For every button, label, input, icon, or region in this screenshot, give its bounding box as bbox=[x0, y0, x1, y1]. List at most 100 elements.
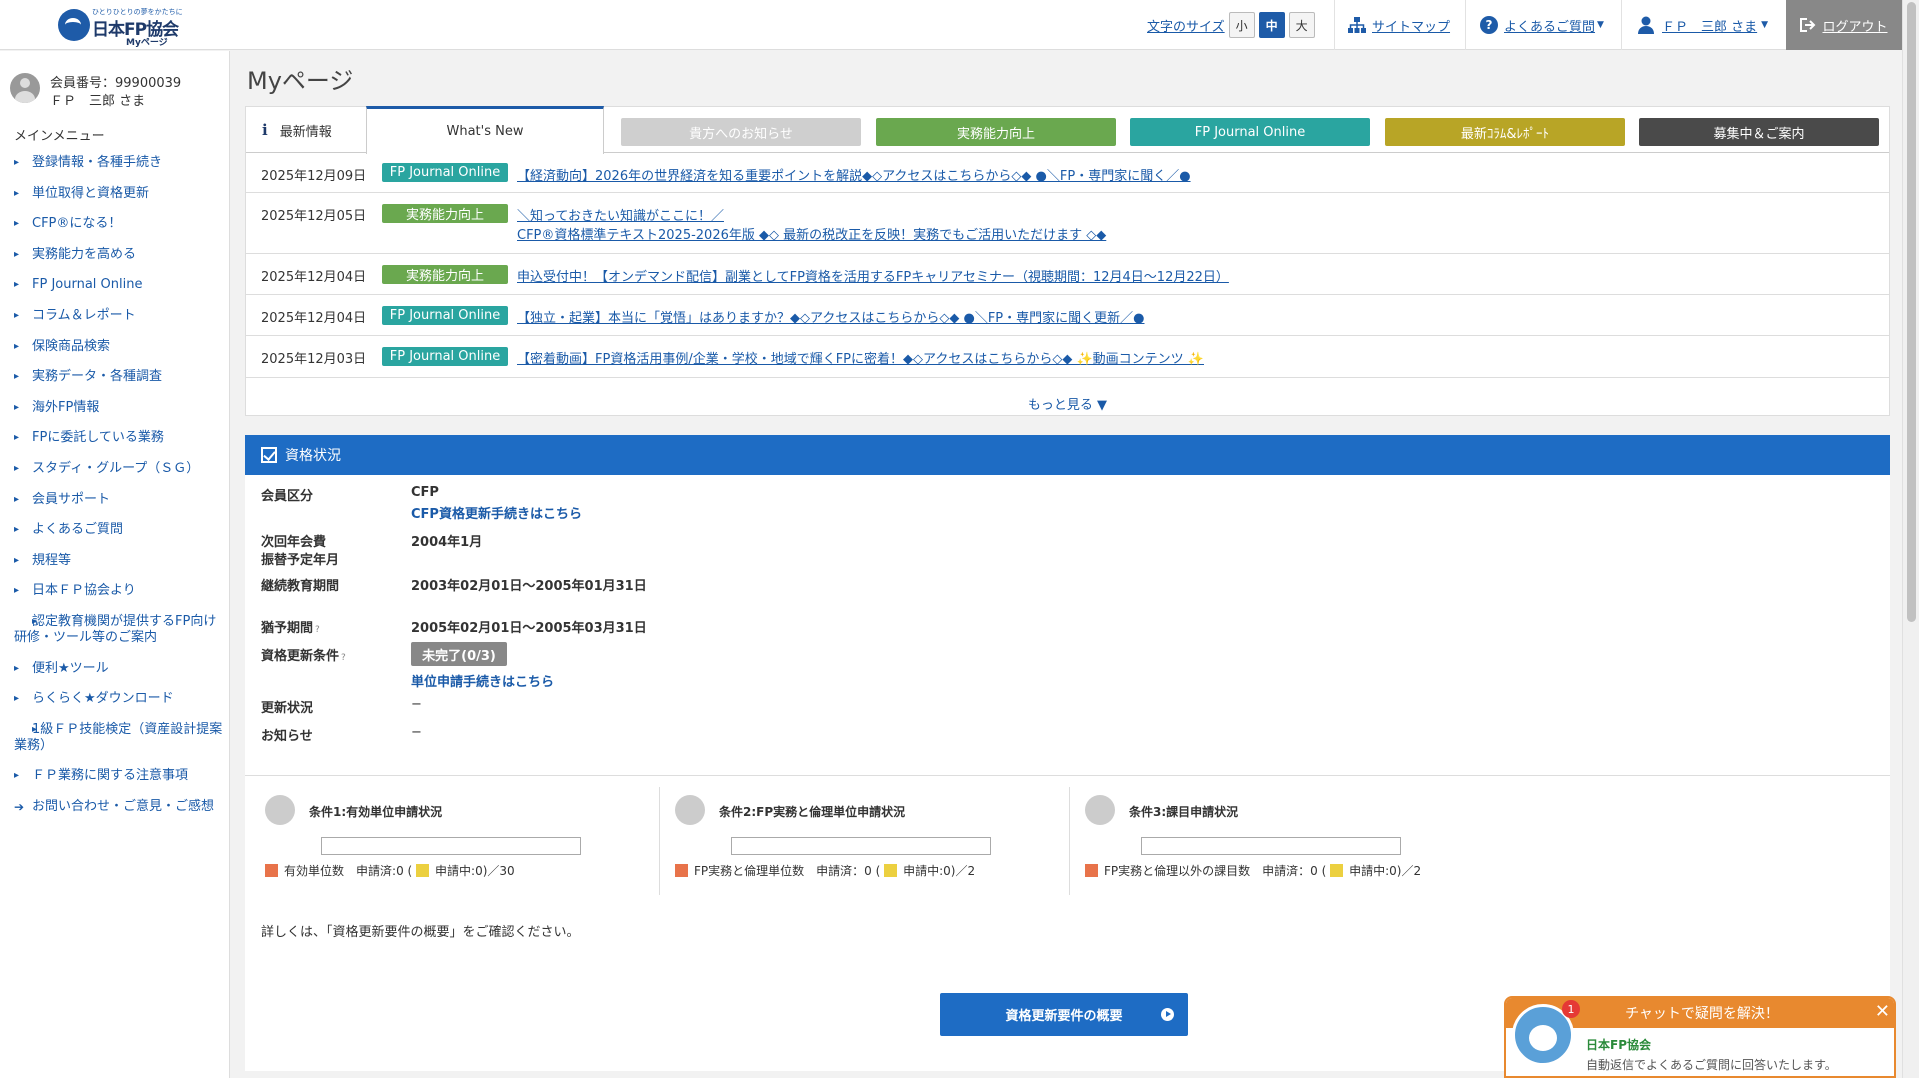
status-circle-icon bbox=[675, 795, 705, 825]
sidebar-item-contact[interactable]: お問い合わせ・ご意見・ご感想 bbox=[14, 799, 226, 815]
more-link[interactable]: もっと見る ▼ bbox=[246, 394, 1889, 413]
sidebar-item-overseas[interactable]: 海外FP情報 bbox=[14, 400, 226, 416]
sidebar-item-download[interactable]: らくらく★ダウンロード bbox=[14, 691, 226, 707]
news-link[interactable]: 【密着動画】FP資格活用事例/企業・学校・地域で輝くFPに密着！◆◇アクセスはこ… bbox=[517, 348, 1204, 367]
member-info: 会員番号：99900039 ＦＰ 三郎 さま bbox=[10, 69, 225, 109]
play-circle-icon bbox=[1161, 1008, 1174, 1021]
unit-application-link[interactable]: 単位申請手続きはこちら bbox=[411, 671, 554, 690]
sitemap-link[interactable]: サイトマップ bbox=[1348, 0, 1450, 50]
condition-legend: FP実務と倫理単位数 申請済：0 ( 申請中:0)／2 bbox=[675, 861, 1055, 881]
sidebar-item-training[interactable]: 認定教育機関が提供するFP向け研修・ツール等のご案内 bbox=[14, 614, 226, 646]
main-menu: 登録情報・各種手続き 単位取得と資格更新 CFP®になる！ 実務能力を高める F… bbox=[14, 155, 226, 829]
sidebar-item-level1-exam[interactable]: 1級ＦＰ技能検定（資産設計提案業務） bbox=[14, 722, 226, 754]
help-icon[interactable]: ? bbox=[341, 653, 346, 663]
font-size-large-button[interactable]: 大 bbox=[1288, 12, 1315, 38]
chat-title: チャットで疑問を解決！ bbox=[1625, 1006, 1779, 1022]
news-link[interactable]: 申込受付中！【オンデマンド配信】副業としてFP資格を活用するFPキャリアセミナー… bbox=[517, 266, 1229, 285]
progress-bar bbox=[321, 837, 581, 855]
news-badge: FP Journal Online bbox=[382, 306, 508, 325]
next-fee-label-2: 振替予定年月 bbox=[261, 553, 340, 568]
sidebar-item-faq[interactable]: よくあるご質問 bbox=[14, 522, 226, 538]
font-size-small-button[interactable]: 小 bbox=[1228, 12, 1255, 38]
tab-fp-journal[interactable]: FP Journal Online bbox=[1130, 118, 1370, 146]
tab-whats-new[interactable]: What's New bbox=[366, 106, 604, 154]
tab-for-you[interactable]: 貴方へのお知らせ bbox=[621, 118, 861, 146]
news-row: 2025年12月03日 FP Journal Online 【密着動画】FP資格… bbox=[246, 336, 1889, 378]
news-link[interactable]: CFP®資格標準テキスト2025-2026年版 ◆◇ 最新の税改正を反映！実務で… bbox=[517, 224, 1106, 243]
news-row: 2025年12月04日 FP Journal Online 【独立・起業】本当に… bbox=[246, 295, 1889, 336]
news-link[interactable]: 【経済動向】2026年の世界経済を知る重要ポイントを解説◆◇アクセスはこちらから… bbox=[517, 165, 1191, 184]
news-link[interactable]: 【独立・起業】本当に「覚悟」はありますか？◆◇アクセスはこちらから◇◆ ●＼FP… bbox=[517, 307, 1144, 326]
sidebar: 会員番号：99900039 ＦＰ 三郎 さま メインメニュー 登録情報・各種手続… bbox=[0, 51, 230, 1078]
renewal-requirements-label: 資格更新要件の概要 bbox=[1005, 1009, 1123, 1024]
sidebar-item-data[interactable]: 実務データ・各種調査 bbox=[14, 369, 226, 385]
sidebar-item-fp-journal[interactable]: FP Journal Online bbox=[14, 277, 226, 293]
user-name[interactable]: ＦＰ 三郎 さま bbox=[1662, 16, 1757, 35]
sidebar-item-support[interactable]: 会員サポート bbox=[14, 492, 226, 508]
help-icon[interactable]: ? bbox=[315, 625, 320, 635]
font-size-medium-button[interactable]: 中 bbox=[1258, 12, 1285, 38]
user-menu[interactable]: ＦＰ 三郎 さま ▼ bbox=[1638, 0, 1768, 50]
condition-2: 条件2:FP実務と倫理単位申請状況 FP実務と倫理単位数 申請済：0 ( 申請中… bbox=[655, 787, 1065, 895]
notification-badge: 1 bbox=[1562, 1000, 1580, 1018]
tab-column-report[interactable]: 最新ｺﾗﾑ&ﾚﾎﾟｰﾄ bbox=[1385, 118, 1625, 146]
progress-bar bbox=[1141, 837, 1401, 855]
tab-skills[interactable]: 実務能力向上 bbox=[876, 118, 1116, 146]
tab-recruiting[interactable]: 募集中＆ご案内 bbox=[1639, 118, 1879, 146]
logout-icon bbox=[1800, 18, 1816, 32]
notice-value: − bbox=[411, 725, 422, 740]
sidebar-item-become-cfp[interactable]: CFP®になる！ bbox=[14, 216, 226, 232]
legend-main: FP実務と倫理単位数 bbox=[694, 864, 805, 878]
news-date: 2025年12月05日 bbox=[261, 209, 367, 224]
faq-link[interactable]: ? よくあるご質問 ▼ bbox=[1480, 0, 1604, 50]
news-tabs: i 最新情報 What's New 貴方へのお知らせ 実務能力向上 FP Jou… bbox=[246, 106, 1889, 154]
legend-swatch-icon bbox=[265, 864, 278, 877]
legend-swatch-icon bbox=[884, 864, 898, 877]
legend-main: FP実務と倫理以外の課目数 bbox=[1104, 864, 1251, 878]
logo[interactable]: ひとりひとりの夢をかたちに 日本FP協会 Myページ bbox=[58, 7, 183, 48]
sidebar-item-rules[interactable]: 規程等 bbox=[14, 553, 226, 569]
chat-org: 日本FP協会 bbox=[1586, 1038, 1651, 1052]
sidebar-item-units[interactable]: 単位取得と資格更新 bbox=[14, 186, 226, 202]
page-title: Myページ bbox=[247, 67, 354, 95]
font-size-label[interactable]: 文字のサイズ bbox=[1147, 16, 1225, 35]
renewal-requirements-button[interactable]: 資格更新要件の概要 bbox=[940, 993, 1188, 1036]
next-fee-label-1: 次回年会費 bbox=[261, 535, 327, 550]
legend-pending: 申請中:0)／2 bbox=[903, 864, 976, 878]
page-scrollbar[interactable] bbox=[1902, 0, 1919, 1078]
sidebar-item-from-association[interactable]: 日本ＦＰ協会より bbox=[14, 583, 226, 599]
chat-widget[interactable]: チャットで疑問を解決！ ✕ 1 日本FP協会 自動返信でよくあるご質問に回答いた… bbox=[1504, 996, 1896, 1078]
sidebar-item-registration[interactable]: 登録情報・各種手続き bbox=[14, 155, 226, 171]
font-size-control: 文字のサイズ 小 中 大 bbox=[1147, 0, 1315, 50]
legend-pending: 申請中:0)／30 bbox=[435, 864, 515, 878]
condition-legend: FP実務と倫理以外の課目数 申請済：0 ( 申請中:0)／2 bbox=[1085, 861, 1455, 881]
sitemap-icon bbox=[1348, 17, 1366, 33]
caret-down-icon: ▼ bbox=[1761, 20, 1769, 30]
news-date: 2025年12月03日 bbox=[261, 352, 367, 367]
cfp-renewal-link[interactable]: CFP資格更新手続きはこちら bbox=[411, 503, 582, 522]
faq-label[interactable]: よくあるご質問 bbox=[1504, 16, 1595, 35]
scrollbar-thumb[interactable] bbox=[1907, 2, 1916, 622]
logo-sub: Myページ bbox=[126, 38, 168, 48]
header: ひとりひとりの夢をかたちに 日本FP協会 Myページ 文字のサイズ 小 中 大 … bbox=[0, 0, 1902, 50]
sitemap-label[interactable]: サイトマップ bbox=[1372, 16, 1450, 35]
news-link[interactable]: ＼知っておきたい知識がここに！／ bbox=[517, 205, 724, 224]
news-badge: 実務能力向上 bbox=[382, 204, 508, 223]
sidebar-item-outsourced[interactable]: FPに委託している業務 bbox=[14, 430, 226, 446]
close-icon[interactable]: ✕ bbox=[1875, 1002, 1890, 1022]
sidebar-item-skills[interactable]: 実務能力を高める bbox=[14, 247, 226, 263]
condition-legend: 有効単位数 申請済:0 ( 申請中:0)／30 bbox=[265, 861, 645, 881]
sidebar-item-column[interactable]: コラム＆レポート bbox=[14, 308, 226, 324]
user-icon bbox=[1638, 16, 1654, 34]
condition-title: 条件2:FP実務と倫理単位申請状況 bbox=[719, 805, 906, 819]
legend-applied: 申請済：0 ( bbox=[1262, 864, 1327, 878]
news-row: 2025年12月04日 実務能力向上 申込受付中！【オンデマンド配信】副業として… bbox=[246, 254, 1889, 295]
sidebar-item-insurance[interactable]: 保険商品検索 bbox=[14, 339, 226, 355]
progress-bar bbox=[731, 837, 991, 855]
sidebar-item-cautions[interactable]: ＦＰ業務に関する注意事項 bbox=[14, 768, 226, 784]
sidebar-item-tools[interactable]: 便利★ツール bbox=[14, 661, 226, 677]
edu-period-value: 2003年02月01日〜2005年01月31日 bbox=[411, 579, 647, 594]
condition-1: 条件1:有効単位申請状況 有効単位数 申請済:0 ( 申請中:0)／30 bbox=[245, 787, 655, 895]
sidebar-item-study-group[interactable]: スタディ・グループ（ＳＧ） bbox=[14, 461, 226, 477]
logout-button[interactable]: ログアウト bbox=[1786, 0, 1902, 50]
